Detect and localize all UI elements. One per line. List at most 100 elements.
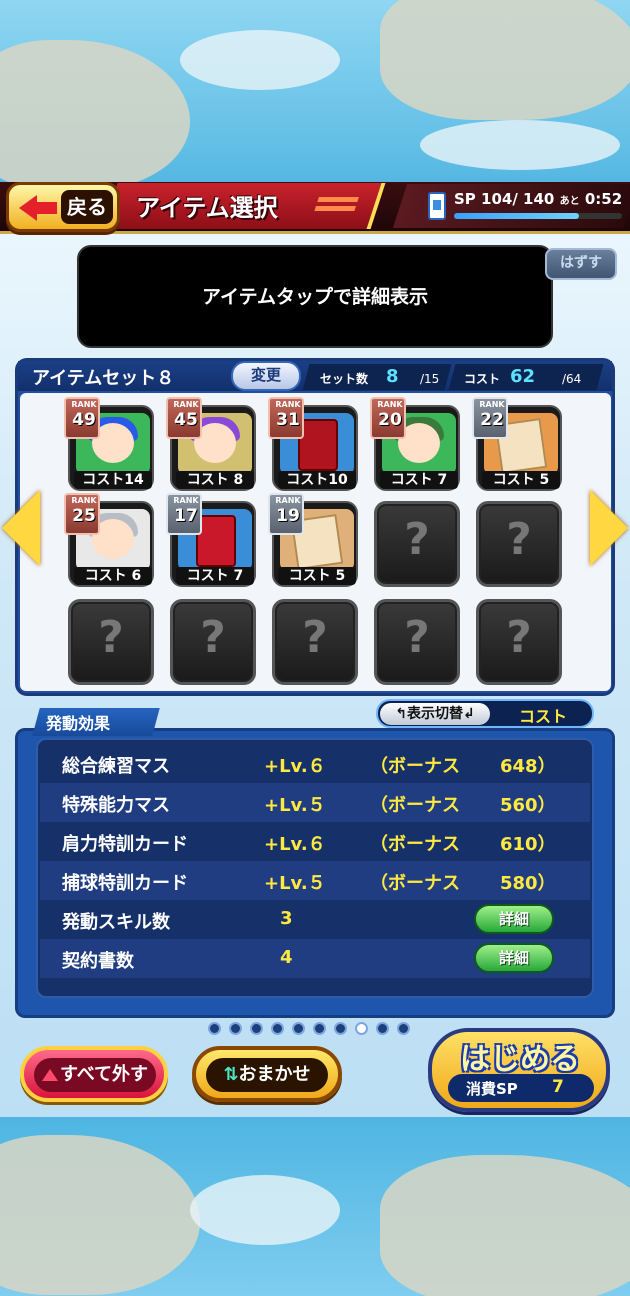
item-cost: コスト10 xyxy=(278,471,356,489)
question-mark-icon: ? xyxy=(302,612,328,663)
remove-all-button[interactable]: すべて外す xyxy=(20,1046,168,1102)
effect-level: +Lv.６ xyxy=(264,834,326,855)
skill-count-label: 発動スキル数 xyxy=(62,912,170,933)
rank-value: 45 xyxy=(174,410,198,430)
question-mark-icon: ? xyxy=(200,612,226,663)
start-button[interactable]: はじめる 消費SP 7 xyxy=(428,1028,610,1112)
page-dot xyxy=(334,1022,347,1035)
empty-slot[interactable]: ? xyxy=(170,599,256,685)
set-count-value: 8 xyxy=(386,366,399,387)
item-set-name: アイテムセット８ xyxy=(32,368,175,389)
item-cost: コスト 8 xyxy=(176,471,254,489)
total-cost-label: コスト xyxy=(464,372,501,386)
item-cost: コスト 7 xyxy=(380,471,458,489)
display-toggle-value: コスト xyxy=(518,707,567,726)
display-toggle-label: ↰表示切替↲ xyxy=(380,703,490,725)
page-dot xyxy=(313,1022,326,1035)
empty-slot[interactable]: ? xyxy=(272,599,358,685)
page-dot xyxy=(208,1022,221,1035)
total-cost-value: 62 xyxy=(510,366,536,387)
effect-name: 捕球特訓カード xyxy=(62,873,188,894)
rank-label: RANK xyxy=(71,496,97,505)
remove-all-label: すべて外す xyxy=(59,1064,149,1085)
empty-slot[interactable]: ? xyxy=(68,599,154,685)
consume-sp-value: 7 xyxy=(552,1077,564,1097)
effect-bonus-value: 560） xyxy=(500,795,556,816)
auto-icon: ⇅ xyxy=(223,1064,239,1085)
effect-row: 肩力特訓カード +Lv.６ （ボーナス 610） xyxy=(40,822,590,861)
empty-slot[interactable]: ? xyxy=(476,599,562,685)
effect-bonus-label: （ボーナス xyxy=(370,756,460,777)
rank-value: 49 xyxy=(72,410,96,430)
contract-count-detail-button[interactable]: 詳細 xyxy=(474,943,554,973)
up-arrow-icon xyxy=(41,1069,58,1081)
item-slot[interactable]: RANK 31 コスト10 xyxy=(268,397,358,491)
skill-count-row: 発動スキル数 3 詳細 xyxy=(40,900,590,939)
start-button-label: はじめる xyxy=(460,1042,580,1077)
effect-row: 特殊能力マス +Lv.５ （ボーナス 560） xyxy=(40,783,590,822)
empty-slot[interactable]: ? xyxy=(476,501,562,587)
item-cost: コスト 5 xyxy=(482,471,560,489)
page-dot xyxy=(397,1022,410,1035)
effect-row: 総合練習マス +Lv.６ （ボーナス 648） xyxy=(40,744,590,783)
page-indicator xyxy=(208,1020,428,1036)
rank-value: 31 xyxy=(276,410,300,430)
rank-label: RANK xyxy=(71,400,97,409)
item-slot[interactable]: RANK 49 コスト14 xyxy=(64,397,154,491)
effects-tab-label: 発動効果 xyxy=(46,714,111,733)
prev-set-arrow-icon[interactable] xyxy=(2,490,40,566)
item-slot[interactable]: RANK 20 コスト 7 xyxy=(370,397,460,491)
back-button[interactable]: 戻る xyxy=(6,182,120,232)
question-mark-icon: ? xyxy=(506,514,532,565)
page-dot xyxy=(250,1022,263,1035)
effect-level: +Lv.６ xyxy=(264,756,326,777)
effect-row: 捕球特訓カード +Lv.５ （ボーナス 580） xyxy=(40,861,590,900)
rank-label: RANK xyxy=(173,496,199,505)
sp-readout: SP 104/ 140 あと 0:52 xyxy=(454,190,623,208)
page-dot xyxy=(229,1022,242,1035)
contract-count-value: 4 xyxy=(280,947,293,968)
rank-value: 25 xyxy=(72,506,96,526)
set-count-max: /15 xyxy=(420,372,440,386)
consume-sp-label: 消費SP xyxy=(466,1080,518,1098)
question-mark-icon: ? xyxy=(506,612,532,663)
rank-label: RANK xyxy=(377,400,403,409)
item-slot[interactable]: RANK 17 コスト 7 xyxy=(166,493,256,587)
rank-label: RANK xyxy=(173,400,199,409)
rank-badge: RANK 45 xyxy=(166,397,202,439)
page-dot xyxy=(376,1022,389,1035)
change-set-button[interactable]: 変更 xyxy=(231,361,301,391)
item-slot[interactable]: RANK 22 コスト 5 xyxy=(472,397,562,491)
rank-badge: RANK 31 xyxy=(268,397,304,439)
empty-slot[interactable]: ? xyxy=(374,501,460,587)
rank-label: RANK xyxy=(479,400,505,409)
sp-gauge xyxy=(454,213,622,219)
auto-select-button[interactable]: ⇅おまかせ xyxy=(192,1046,342,1102)
rank-badge: RANK 17 xyxy=(166,493,202,535)
question-mark-icon: ? xyxy=(98,612,124,663)
contract-count-row: 契約書数 4 詳細 xyxy=(40,939,590,978)
rank-value: 22 xyxy=(480,410,504,430)
sp-current: 104 xyxy=(481,190,513,208)
effect-name: 総合練習マス xyxy=(62,756,170,777)
question-mark-icon: ? xyxy=(404,514,430,565)
effect-level: +Lv.５ xyxy=(264,873,326,894)
item-grid: RANK 49 コスト14 RANK 45 コスト 8 RANK 31 コスト10 RANK 20 コ… xyxy=(20,393,611,691)
empty-slot[interactable]: ? xyxy=(374,599,460,685)
background-map-bottom xyxy=(0,1115,630,1296)
next-set-arrow-icon[interactable] xyxy=(590,490,628,566)
remove-button[interactable]: はずす xyxy=(545,248,617,280)
rank-label: RANK xyxy=(275,400,301,409)
rank-badge: RANK 20 xyxy=(370,397,406,439)
item-cost: コスト 6 xyxy=(74,567,152,585)
rank-value: 20 xyxy=(378,410,402,430)
item-slot[interactable]: RANK 19 コスト 5 xyxy=(268,493,358,587)
effect-name: 特殊能力マス xyxy=(62,795,170,816)
effect-bonus-value: 580） xyxy=(500,873,556,894)
item-slot[interactable]: RANK 45 コスト 8 xyxy=(166,397,256,491)
effect-bonus-label: （ボーナス xyxy=(370,834,460,855)
set-count-label: セット数 xyxy=(320,372,369,386)
skill-count-detail-button[interactable]: 詳細 xyxy=(474,904,554,934)
page-dot xyxy=(271,1022,284,1035)
item-slot[interactable]: RANK 25 コスト 6 xyxy=(64,493,154,587)
